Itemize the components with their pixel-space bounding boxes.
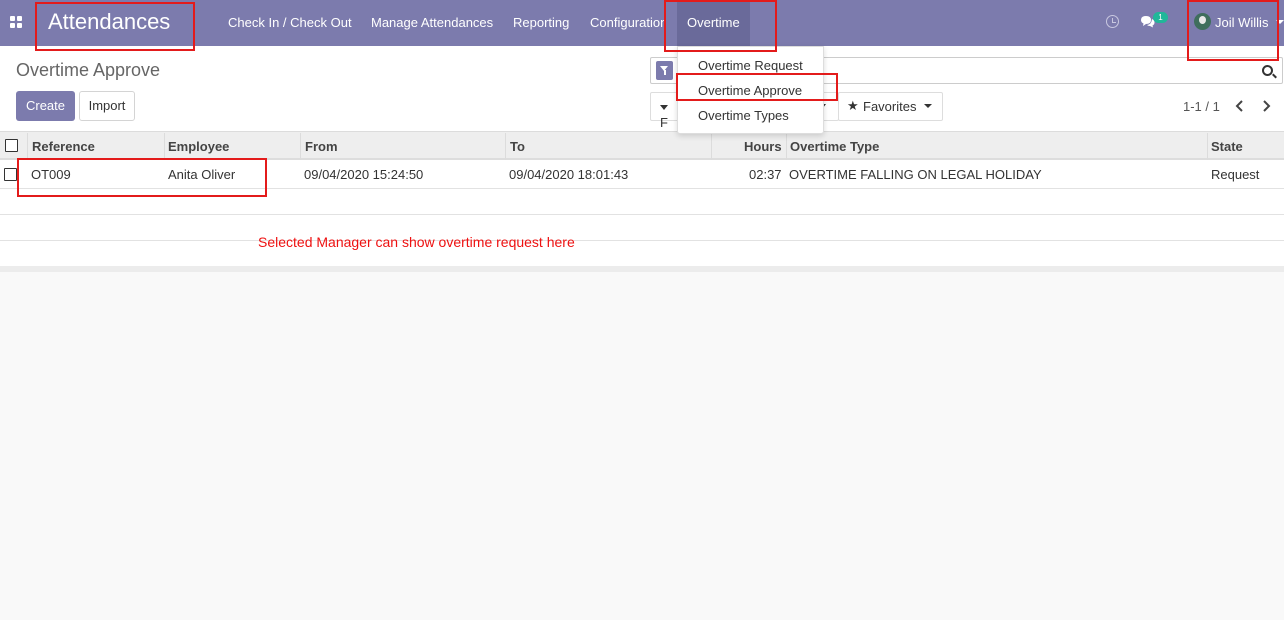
row-divider bbox=[0, 214, 1284, 215]
row-checkbox[interactable] bbox=[4, 168, 17, 181]
column-header-overtime-type[interactable]: Overtime Type bbox=[790, 139, 879, 154]
highlight-box-employee bbox=[17, 158, 267, 197]
column-header-state[interactable]: State bbox=[1211, 139, 1243, 154]
column-divider bbox=[711, 133, 712, 160]
highlight-box-overtime-approve bbox=[676, 73, 838, 101]
menu-manage-attendances[interactable]: Manage Attendances bbox=[371, 15, 493, 30]
column-divider bbox=[164, 133, 165, 160]
dropdown-item-overtime-request[interactable]: Overtime Request bbox=[698, 58, 803, 73]
select-all-checkbox[interactable] bbox=[5, 139, 18, 152]
column-header-from[interactable]: From bbox=[305, 139, 338, 154]
favorites-label: Favorites bbox=[863, 99, 917, 114]
page-title: Overtime Approve bbox=[16, 60, 161, 80]
filters-label: F bbox=[660, 115, 668, 130]
column-header-hours[interactable]: Hours bbox=[744, 139, 782, 154]
column-header-reference[interactable]: Reference bbox=[32, 139, 95, 154]
column-header-to[interactable]: To bbox=[510, 139, 525, 154]
pager-value[interactable]: 1-1 / 1 bbox=[1183, 99, 1220, 114]
cell-state[interactable]: Request bbox=[1211, 167, 1259, 182]
apps-menu-icon[interactable] bbox=[10, 16, 22, 28]
create-button[interactable]: Create bbox=[16, 91, 75, 121]
filter-facet-icon bbox=[656, 61, 673, 80]
table-footer bbox=[0, 266, 1284, 272]
dropdown-item-overtime-types[interactable]: Overtime Types bbox=[698, 108, 789, 123]
pager-next-icon[interactable] bbox=[1262, 99, 1271, 113]
row-divider bbox=[0, 240, 1284, 241]
messages-badge: 1 bbox=[1153, 12, 1168, 23]
column-divider bbox=[300, 133, 301, 160]
column-divider bbox=[786, 133, 787, 160]
column-divider bbox=[1207, 133, 1208, 160]
column-header-employee[interactable]: Employee bbox=[168, 139, 229, 154]
import-button[interactable]: Import bbox=[79, 91, 135, 121]
menu-configuration[interactable]: Configuration bbox=[590, 15, 665, 30]
filter-icon bbox=[660, 105, 668, 110]
column-divider bbox=[505, 133, 506, 160]
activity-clock-icon[interactable] bbox=[1106, 15, 1119, 28]
cell-to[interactable]: 09/04/2020 18:01:43 bbox=[509, 167, 628, 182]
annotation-note: Selected Manager can show overtime reque… bbox=[258, 234, 575, 250]
cell-overtime-type[interactable]: OVERTIME FALLING ON LEGAL HOLIDAY bbox=[789, 167, 1042, 182]
highlight-box-overtime-menu bbox=[664, 0, 777, 52]
highlight-box-user-menu bbox=[1187, 0, 1279, 61]
favorites-caret-icon bbox=[924, 104, 932, 108]
cell-hours[interactable]: 02:37 bbox=[749, 167, 782, 182]
cell-from[interactable]: 09/04/2020 15:24:50 bbox=[304, 167, 423, 182]
highlight-box-app-name bbox=[35, 2, 195, 51]
search-icon[interactable] bbox=[1262, 65, 1273, 76]
star-icon: ★ bbox=[847, 98, 859, 113]
pager-previous-icon[interactable] bbox=[1235, 99, 1244, 113]
menu-reporting[interactable]: Reporting bbox=[513, 15, 569, 30]
column-divider bbox=[27, 133, 28, 160]
menu-check-in-out[interactable]: Check In / Check Out bbox=[228, 15, 352, 30]
